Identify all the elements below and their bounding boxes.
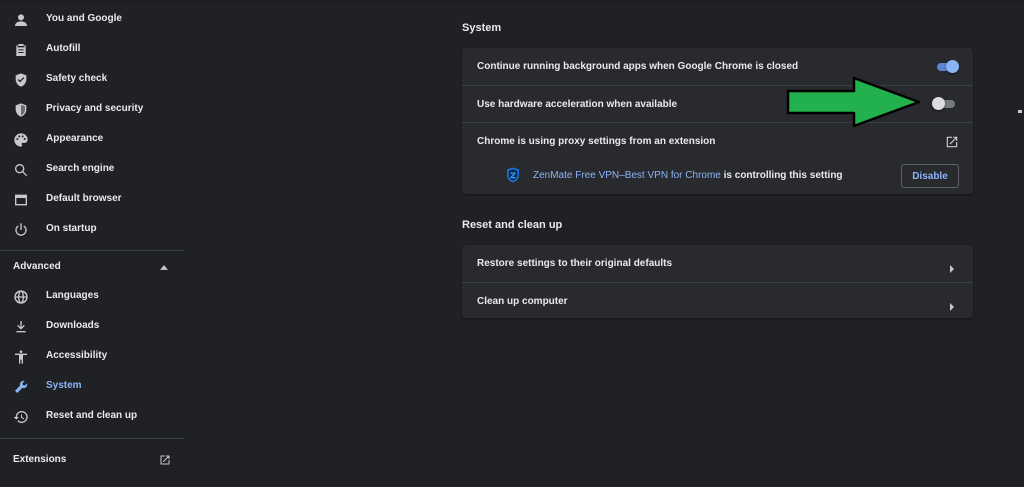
- background-apps-toggle[interactable]: [935, 60, 959, 74]
- sidebar-item-search-engine[interactable]: Search engine: [0, 155, 184, 185]
- restore-defaults-label: Restore settings to their original defau…: [477, 258, 673, 269]
- sidebar-item-appearance[interactable]: Appearance: [0, 125, 184, 155]
- download-icon: [13, 319, 29, 335]
- sidebar-item-reset-and-clean-up[interactable]: Reset and clean up: [0, 402, 184, 432]
- settings-sidebar: You and Google Autofill Safety check Pri…: [0, 0, 184, 487]
- sidebar-item-system[interactable]: System: [0, 372, 184, 402]
- palette-icon: [13, 132, 29, 148]
- sidebar-divider: [0, 250, 184, 251]
- extension-name-link[interactable]: ZenMate Free VPN–Best VPN for Chrome: [533, 170, 721, 181]
- history-icon: [13, 409, 29, 425]
- system-section-title: System: [462, 22, 502, 34]
- power-icon: [13, 222, 29, 238]
- sidebar-item-label: Appearance: [46, 133, 104, 144]
- hardware-acceleration-label: Use hardware acceleration when available: [477, 99, 678, 110]
- sidebar-divider: [0, 438, 184, 439]
- person-icon: [13, 12, 29, 28]
- extension-control-suffix: is controlling this setting: [720, 170, 843, 181]
- reset-card: Restore settings to their original defau…: [462, 245, 973, 318]
- background-apps-label: Continue running background apps when Go…: [477, 61, 799, 72]
- sidebar-item-label: Safety check: [46, 73, 108, 84]
- toggle-knob: [946, 60, 959, 73]
- clean-up-computer-label: Clean up computer: [477, 296, 568, 307]
- sidebar-item-label: Search engine: [46, 163, 115, 174]
- sidebar-item-label: Languages: [46, 290, 99, 301]
- hardware-acceleration-toggle[interactable]: [932, 97, 956, 111]
- sidebar-item-label: Autofill: [46, 43, 81, 54]
- sidebar-item-label: Privacy and security: [46, 103, 144, 114]
- sidebar-item-label: Default browser: [46, 193, 122, 204]
- green-arrow-annotation-icon: [786, 76, 921, 128]
- open-in-new-icon: [159, 454, 171, 466]
- shield-icon: [13, 102, 29, 118]
- sidebar-item-downloads[interactable]: Downloads: [0, 312, 184, 342]
- accessibility-icon: [13, 349, 29, 365]
- sidebar-item-label: Reset and clean up: [46, 410, 138, 421]
- edge-mark: [1018, 110, 1022, 113]
- wrench-icon: [13, 379, 29, 395]
- sidebar-item-extensions[interactable]: Extensions: [0, 447, 184, 473]
- chevron-right-icon: [949, 298, 955, 311]
- chevron-right-icon: [949, 260, 955, 273]
- extensions-label: Extensions: [13, 454, 67, 465]
- search-icon: [13, 162, 29, 178]
- toggle-knob: [932, 97, 945, 110]
- sidebar-item-you-and-google[interactable]: You and Google: [0, 5, 184, 35]
- caret-up-icon: [160, 263, 168, 271]
- sidebar-item-label: On startup: [46, 223, 97, 234]
- disable-extension-button[interactable]: Disable: [901, 164, 959, 188]
- zenmate-shield-icon: [506, 167, 520, 183]
- open-in-new-icon[interactable]: [945, 135, 959, 149]
- sidebar-item-languages[interactable]: Languages: [0, 282, 184, 312]
- sidebar-item-label: You and Google: [46, 13, 122, 24]
- sidebar-item-default-browser[interactable]: Default browser: [0, 185, 184, 215]
- sidebar-item-on-startup[interactable]: On startup: [0, 215, 184, 245]
- sidebar-item-label: Downloads: [46, 320, 100, 331]
- sidebar-item-accessibility[interactable]: Accessibility: [0, 342, 184, 372]
- proxy-settings-label: Chrome is using proxy settings from an e…: [477, 136, 716, 147]
- globe-icon: [13, 289, 29, 305]
- sidebar-item-label: Accessibility: [46, 350, 108, 361]
- sidebar-item-autofill[interactable]: Autofill: [0, 35, 184, 65]
- restore-defaults-row[interactable]: Restore settings to their original defau…: [462, 245, 973, 282]
- sidebar-item-privacy-and-security[interactable]: Privacy and security: [0, 95, 184, 125]
- sidebar-item-label: System: [46, 380, 82, 391]
- clipboard-icon: [13, 42, 29, 58]
- shield-check-icon: [13, 72, 29, 88]
- browser-window-icon: [13, 192, 29, 208]
- clean-up-computer-row[interactable]: Clean up computer: [462, 282, 973, 318]
- chrome-settings-page: You and Google Autofill Safety check Pri…: [0, 0, 1024, 487]
- reset-section-title: Reset and clean up: [462, 219, 563, 231]
- sidebar-advanced-toggle[interactable]: Advanced: [0, 254, 184, 280]
- extension-control-message: ZenMate Free VPN–Best VPN for Chrome is …: [533, 170, 843, 184]
- advanced-label: Advanced: [13, 261, 61, 272]
- sidebar-item-safety-check[interactable]: Safety check: [0, 65, 184, 95]
